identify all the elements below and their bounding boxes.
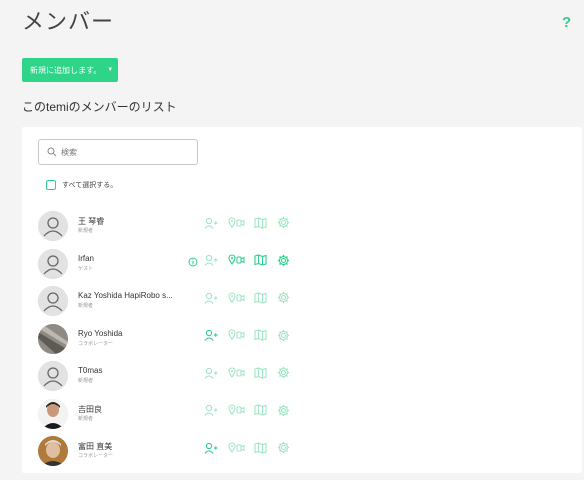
member-permission-actions (204, 366, 290, 379)
map-icon[interactable] (254, 329, 267, 341)
gear-icon[interactable] (277, 366, 290, 379)
member-permission-actions (204, 404, 290, 417)
gear-icon[interactable] (277, 441, 290, 454)
location-video-icon[interactable] (228, 366, 246, 379)
member-name[interactable]: 吉田良 (78, 404, 102, 415)
member-permission-actions (204, 291, 290, 304)
map-icon[interactable] (254, 291, 267, 304)
member-name[interactable]: Irfan (78, 254, 94, 263)
gear-icon[interactable] (277, 254, 290, 267)
add-new-button[interactable]: 新規に追加します。 ▼ (22, 58, 118, 82)
avatar (38, 436, 68, 466)
member-row[interactable]: 富田 直美 コラボレーター (22, 432, 582, 470)
map-icon[interactable] (254, 404, 267, 416)
help-icon[interactable]: ? (562, 14, 571, 31)
member-role: コラボレーター (78, 453, 114, 459)
location-video-icon[interactable] (228, 291, 246, 304)
chevron-down-icon: ▼ (107, 67, 114, 73)
member-list-card: すべて選択する。 王 琴睿新規者IrfanゲストKaz Yoshida Hapi… (22, 127, 582, 473)
gear-icon[interactable] (277, 404, 290, 417)
member-role: ゲスト (78, 265, 94, 272)
checkbox[interactable] (46, 180, 56, 190)
map-icon[interactable] (254, 254, 267, 266)
add-user-icon[interactable] (204, 217, 218, 229)
member-name[interactable]: 王 琴睿 (78, 216, 104, 227)
member-row[interactable]: Ryo Yoshida コラボレーター (22, 320, 582, 358)
avatar (38, 211, 68, 241)
member-row[interactable]: 吉田良 新規者 (22, 395, 582, 433)
add-user-icon[interactable] (204, 404, 218, 416)
member-list: 王 琴睿 新規者 Irfan ゲスト Kaz Yoshida HapiRobo s...… (22, 207, 582, 470)
member-row[interactable]: Kaz Yoshida HapiRobo s... 新規者 (22, 282, 582, 320)
gear-icon[interactable] (277, 329, 290, 342)
add-new-button-label: 新規に追加します。 (30, 65, 102, 75)
search-icon (47, 147, 57, 157)
member-permission-actions (204, 254, 290, 267)
avatar (38, 248, 68, 279)
gear-icon[interactable] (277, 291, 290, 304)
member-list-heading: このtemiのメンバーのリスト (22, 100, 177, 114)
info-icon[interactable] (188, 257, 198, 267)
member-name[interactable]: T0mas (78, 366, 102, 375)
member-role: 新規者 (78, 303, 94, 309)
member-role: コラボレーター (78, 340, 114, 347)
member-role: 新規者 (78, 228, 94, 234)
add-user-icon[interactable] (204, 329, 218, 341)
add-user-icon[interactable] (204, 367, 218, 379)
location-video-icon[interactable] (228, 404, 246, 416)
select-all-checkbox[interactable]: すべて選択する。 (46, 180, 117, 190)
map-icon[interactable] (254, 366, 267, 379)
member-role: 新規者 (78, 415, 94, 422)
location-video-icon[interactable] (228, 441, 246, 454)
location-video-icon[interactable] (228, 329, 246, 341)
location-video-icon[interactable] (228, 216, 246, 229)
select-all-label: すべて選択する。 (62, 182, 118, 189)
member-permission-actions (204, 216, 290, 229)
page-header: メンバー ? 新規に追加します。 ▼ このtemiのメンバーのリスト (0, 0, 584, 120)
page-title: メンバー (22, 10, 115, 35)
member-row[interactable]: Irfan ゲスト (22, 245, 582, 283)
add-user-icon[interactable] (204, 292, 218, 304)
member-name[interactable]: Kaz Yoshida HapiRobo s... (78, 291, 173, 300)
avatar (38, 398, 68, 429)
add-user-icon[interactable] (204, 254, 218, 266)
avatar (38, 323, 68, 354)
location-video-icon[interactable] (228, 254, 246, 266)
add-user-icon[interactable] (204, 442, 218, 454)
avatar (38, 286, 68, 316)
avatar (38, 361, 68, 391)
member-name[interactable]: 富田 直美 (78, 441, 112, 452)
search-field[interactable] (38, 139, 198, 165)
map-icon[interactable] (254, 216, 267, 229)
search-input[interactable] (61, 147, 191, 157)
gear-icon[interactable] (277, 216, 290, 229)
member-row[interactable]: T0mas 新規者 (22, 357, 582, 395)
member-permission-actions (204, 329, 290, 342)
member-row[interactable]: 王 琴睿 新規者 (22, 207, 582, 245)
member-role: 新規者 (78, 378, 94, 384)
member-name[interactable]: Ryo Yoshida (78, 329, 122, 338)
map-icon[interactable] (254, 441, 267, 454)
member-permission-actions (204, 441, 290, 454)
